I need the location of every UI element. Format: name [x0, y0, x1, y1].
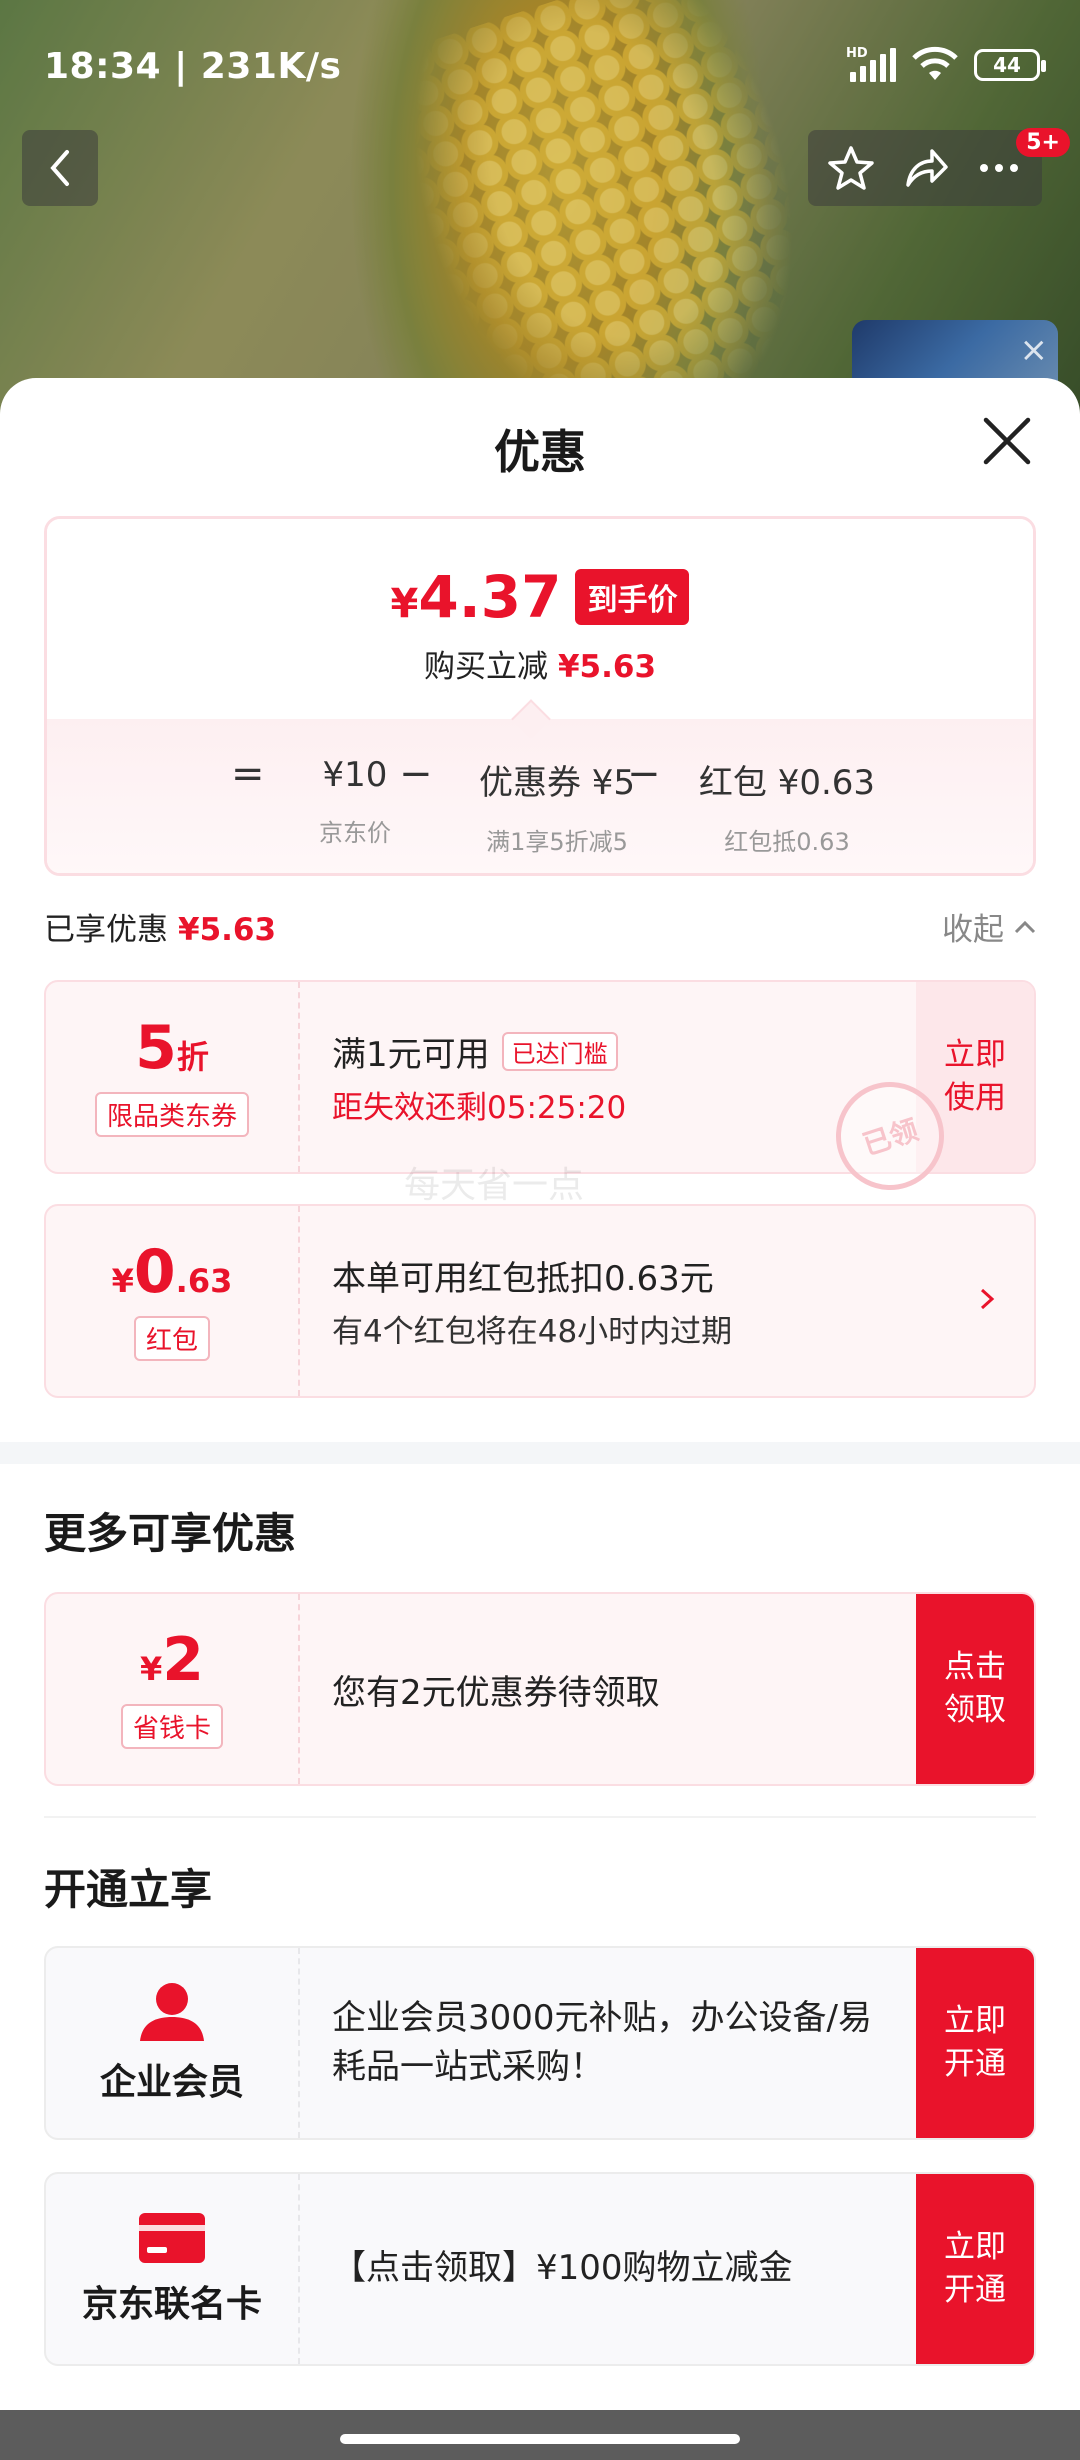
collapse-toggle[interactable]: 收起 — [942, 904, 1036, 949]
gesture-bar — [0, 2410, 1080, 2460]
red-packet-label: 红包 — [133, 1315, 210, 1361]
red-packet-value: ¥0.63 红包 — [46, 1206, 300, 1396]
share-icon[interactable] — [900, 143, 950, 193]
enterprise-member-badge: 企业会员 — [46, 1948, 300, 2138]
network-type: HD — [846, 46, 868, 61]
savings-row: 已享优惠 ¥5.63 收起 — [44, 904, 1036, 964]
open-now-button[interactable]: 立即开通 — [916, 2174, 1034, 2364]
minus-sign: − — [399, 751, 433, 797]
more-icon[interactable] — [974, 143, 1024, 193]
chevron-up-icon — [1014, 920, 1036, 933]
coupon-details: 满1元可用 已达门槛 距失效还剩05:25:20 — [332, 982, 626, 1172]
equals-sign: = — [231, 751, 265, 797]
status-bar: 18:34 | 231K/s HD 44 — [0, 40, 1080, 100]
separator — [44, 1816, 1036, 1818]
close-icon[interactable]: × — [1020, 330, 1049, 370]
savings-card-coupon: ¥2 省钱卡 您有2元优惠券待领取 点击领取 — [44, 1592, 1036, 1786]
jd-cobrand-badge: 京东联名卡 — [46, 2174, 300, 2364]
discount-summary: 购买立减 ¥5.63 — [423, 649, 657, 685]
enterprise-member-text: 企业会员3000元补贴，办公设备/易耗品一站式采购！ — [332, 1997, 872, 2087]
enterprise-member-card: 企业会员 企业会员3000元补贴，办公设备/易耗品一站式采购！ 立即开通 — [44, 1946, 1036, 2140]
price-summary-card: ¥4.37 到手价 购买立减 ¥5.63 = ¥10 京东价 − 优惠券 ¥5 满… — [44, 516, 1036, 876]
red-packet-card[interactable]: ¥0.63 红包 本单可用红包抵扣0.63元 有4个红包将在48小时内过期 — [44, 1204, 1036, 1398]
home-indicator[interactable] — [340, 2434, 740, 2444]
star-icon[interactable] — [826, 143, 876, 193]
credit-card-icon — [139, 2213, 205, 2263]
final-price: ¥4.37 — [390, 563, 562, 631]
chevron-right-icon — [980, 1288, 995, 1310]
top-actions — [808, 130, 1042, 206]
more-discounts-title: 更多可享优惠 — [44, 1509, 297, 1558]
coupon-type-label: 限品类东券 — [94, 1091, 249, 1137]
close-icon[interactable] — [980, 414, 1034, 468]
final-price-tag: 到手价 — [575, 569, 690, 625]
person-icon — [140, 1983, 204, 2041]
coupon-countdown: 距失效还剩05:25:20 — [332, 1090, 627, 1126]
watermark-text: 每天省一点 — [404, 1165, 585, 1206]
battery-icon: 44 — [974, 49, 1046, 81]
status-icons: HD 44 — [846, 46, 1046, 84]
threshold-met-chip: 已达门槛 — [501, 1032, 618, 1071]
minus-sign: − — [627, 751, 661, 797]
status-time: 18:34 | 231K/s — [44, 46, 342, 87]
coupon-value: 5折 限品类东券 — [46, 982, 300, 1172]
jd-cobrand-card: 京东联名卡 【点击领取】¥100购物立减金 立即开通 — [44, 2172, 1036, 2366]
wifi-icon — [912, 46, 958, 80]
savings-total: 已享优惠 ¥5.63 — [44, 912, 277, 948]
savings-card-label: 省钱卡 — [120, 1703, 223, 1749]
signal-icon: HD — [846, 46, 896, 82]
battery-level: 44 — [993, 53, 1021, 77]
savings-card-details: 您有2元优惠券待领取 — [332, 1672, 660, 1713]
message-badge: 5+ — [1016, 128, 1070, 157]
open-benefits-title: 开通立享 — [44, 1865, 213, 1914]
back-button[interactable] — [22, 130, 98, 206]
open-now-button[interactable]: 立即开通 — [916, 1948, 1034, 2138]
savings-card-value: ¥2 省钱卡 — [46, 1594, 300, 1784]
claim-button[interactable]: 点击领取 — [916, 1594, 1034, 1784]
sheet-title: 优惠 — [494, 425, 586, 479]
section-divider — [0, 1442, 1080, 1464]
red-packet-details: 本单可用红包抵扣0.63元 有4个红包将在48小时内过期 — [332, 1259, 733, 1350]
jd-cobrand-text: 【点击领取】¥100购物立减金 — [332, 2248, 793, 2289]
price-formula: = ¥10 京东价 − 优惠券 ¥5 满1享5折减5 − 红包 ¥0.63 红包… — [47, 719, 1033, 873]
discount-sheet: 优惠 ¥4.37 到手价 购买立减 ¥5.63 = ¥10 京东价 − 优惠券 … — [0, 378, 1080, 2460]
formula-item-red-packet: 红包 ¥0.63 红包抵0.63 — [698, 763, 876, 856]
chevron-left-icon — [50, 150, 69, 186]
